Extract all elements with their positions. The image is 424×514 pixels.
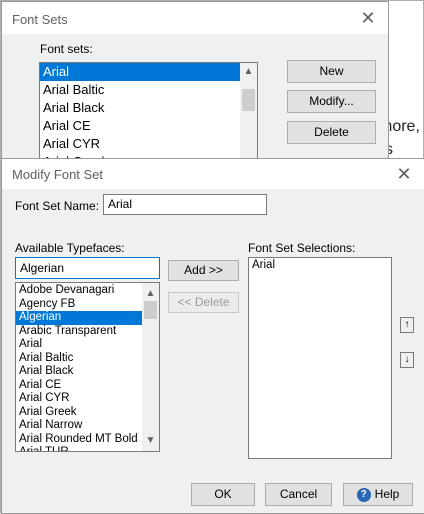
selection-list-item[interactable]: Arial	[249, 259, 391, 273]
available-typefaces-label: Available Typefaces:	[15, 241, 125, 255]
modify-font-set-title: Modify Font Set	[12, 167, 104, 182]
modify-font-set-title-bar: Modify Font Set ✕	[2, 159, 424, 189]
font-set-list-item[interactable]: Arial	[40, 63, 257, 81]
font-sets-label: Font sets:	[40, 42, 93, 56]
typeface-search-field[interactable]: Algerian	[15, 257, 160, 279]
available-typefaces-list[interactable]: Adobe Devanagari Agency FB Algerian Arabic …	[15, 282, 160, 452]
typeface-list-item[interactable]: Arial Rounded MT Bold	[16, 433, 159, 447]
font-sets-scrollbar[interactable]: ▲	[240, 63, 257, 161]
add-button[interactable]: Add >>	[168, 260, 239, 281]
modify-button[interactable]: Modify...	[287, 90, 376, 113]
font-set-selections-list[interactable]: Arial	[248, 257, 392, 459]
font-sets-title: Font Sets	[12, 12, 68, 27]
font-sets-dialog: Font Sets ✕ Font sets: Arial Arial Baltic…	[1, 1, 389, 162]
font-set-list-item[interactable]: Arial CE	[40, 117, 257, 135]
typeface-list-item[interactable]: Arial Greek	[16, 406, 159, 420]
scrollbar-thumb[interactable]	[144, 301, 157, 319]
scroll-up-arrow-icon[interactable]: ▲	[240, 63, 257, 80]
font-sets-list[interactable]: Arial Arial Baltic Arial Black Arial CE Aria…	[39, 62, 258, 162]
font-set-name-field[interactable]: Arial	[103, 194, 267, 215]
typeface-list-item[interactable]: Arial	[16, 338, 159, 352]
typeface-list-item[interactable]: Arial CE	[16, 379, 159, 393]
move-down-icon[interactable]: ↓	[400, 352, 414, 368]
font-sets-title-bar: Font Sets ✕	[2, 2, 388, 34]
font-set-name-label: Font Set Name:	[15, 199, 100, 213]
typeface-list-item[interactable]: Arial CYR	[16, 392, 159, 406]
typeface-list-item[interactable]: Arial Narrow	[16, 419, 159, 433]
move-up-icon[interactable]: ↑	[400, 317, 414, 333]
font-set-selections-label: Font Set Selections:	[248, 241, 356, 255]
cancel-button[interactable]: Cancel	[265, 483, 332, 506]
scroll-up-arrow-icon[interactable]: ▲	[142, 285, 159, 302]
remove-button[interactable]: << Delete	[168, 292, 239, 313]
new-button[interactable]: New	[287, 60, 376, 83]
help-button-label: Help	[374, 487, 400, 501]
scroll-down-arrow-icon[interactable]: ▼	[142, 432, 159, 449]
typeface-list-item[interactable]: Algerian	[16, 311, 159, 325]
typeface-list-item[interactable]: Arial TUR	[16, 446, 159, 451]
typefaces-scrollbar[interactable]: ▲ ▼	[142, 283, 159, 451]
typeface-list-item[interactable]: Agency FB	[16, 298, 159, 312]
help-icon: ?	[356, 487, 371, 502]
delete-button[interactable]: Delete	[287, 121, 376, 144]
modify-font-set-dialog: Modify Font Set ✕ Font Set Name: Arial A…	[1, 158, 424, 514]
typeface-list-item[interactable]: Arial Black	[16, 365, 159, 379]
font-set-list-item[interactable]: Arial Baltic	[40, 81, 257, 99]
close-icon[interactable]: ✕	[394, 164, 414, 184]
help-button[interactable]: ? Help	[343, 483, 413, 506]
font-set-list-item[interactable]: Arial CYR	[40, 135, 257, 153]
scrollbar-thumb[interactable]	[242, 89, 255, 111]
typeface-list-item[interactable]: Arabic Transparent	[16, 325, 159, 339]
close-icon[interactable]: ✕	[358, 8, 378, 28]
typeface-list-item[interactable]: Adobe Devanagari	[16, 284, 159, 298]
ok-button[interactable]: OK	[191, 483, 255, 506]
font-set-list-item[interactable]: Arial Black	[40, 99, 257, 117]
typeface-list-item[interactable]: Arial Baltic	[16, 352, 159, 366]
